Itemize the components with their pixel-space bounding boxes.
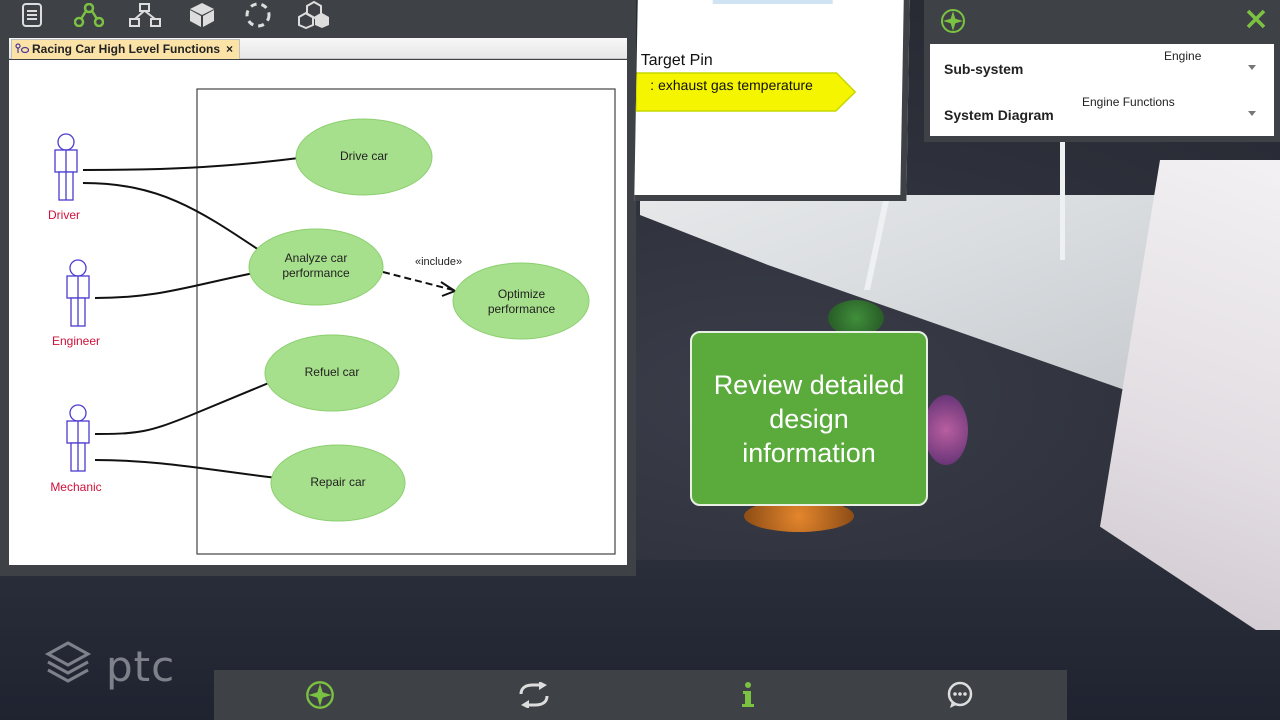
properties-panel: Sub-system Engine System Diagram Engine …: [924, 0, 1280, 142]
review-callout[interactable]: Review detailed design information: [690, 331, 928, 506]
close-icon[interactable]: [1242, 5, 1270, 33]
subsystem-select[interactable]: Sub-system Engine: [930, 44, 1274, 88]
actor-label-driver: Driver: [48, 208, 80, 222]
assoc-mechanic-refuel: [94, 381, 272, 435]
tab-racing-car[interactable]: Racing Car High Level Functions ×: [11, 39, 241, 59]
refresh-icon[interactable]: [516, 677, 552, 713]
properties-list: Sub-system Engine System Diagram Engine …: [930, 44, 1274, 136]
system-diagram-value: Engine Functions: [1082, 95, 1175, 109]
top-toolbar: [0, 0, 636, 40]
assoc-driver-drive: [82, 157, 300, 171]
pin-title: Target Pin: [640, 52, 713, 69]
assoc-engineer-analyze: [94, 272, 255, 299]
use-case-diagram-icon: [15, 43, 29, 54]
chat-icon[interactable]: [942, 677, 978, 713]
ptc-brand-text: ptc: [106, 642, 176, 691]
actor-engineer[interactable]: [66, 259, 90, 327]
include-dependency: [382, 271, 454, 291]
system-diagram-label: System Diagram: [944, 107, 1054, 123]
actor-label-engineer: Engineer: [51, 334, 101, 348]
tab-close-icon[interactable]: ×: [226, 42, 233, 56]
hexagon-cluster-icon[interactable]: [296, 0, 332, 30]
target-pin-panel: Target Pin : exhaust gas temperature: [634, 0, 910, 201]
ptc-logo: ptc: [44, 640, 184, 692]
use-case-label: Refuel car: [304, 365, 360, 379]
target-logo-icon: [941, 9, 965, 33]
use-case-label: Optimize performance: [487, 287, 556, 316]
actor-driver[interactable]: [54, 133, 78, 201]
tab-title: Racing Car High Level Functions: [32, 42, 221, 56]
document-icon[interactable]: [14, 0, 50, 30]
diagram-window: Racing Car High Level Functions × Driver…: [0, 36, 636, 576]
selection-circle-icon[interactable]: [240, 0, 276, 30]
use-case-label: Repair car: [310, 475, 366, 489]
bottom-toolbar: [214, 670, 1067, 720]
use-case-label: Analyze car performance: [282, 251, 350, 280]
ptc-logo-icon: [44, 641, 92, 683]
diagram-nodes-icon[interactable]: [71, 0, 107, 30]
hierarchy-icon[interactable]: [127, 0, 163, 30]
subsystem-value: Engine: [1164, 49, 1202, 63]
tab-bar: Racing Car High Level Functions ×: [9, 38, 627, 59]
cube-icon[interactable]: [184, 0, 220, 30]
actor-mechanic[interactable]: [66, 404, 90, 472]
assoc-mechanic-repair: [94, 459, 278, 479]
system-diagram-select[interactable]: System Diagram Engine Functions: [930, 90, 1274, 134]
pin-tag-label: : exhaust gas temperature: [650, 77, 814, 93]
chevron-down-icon: [1248, 111, 1256, 116]
use-case-label: Drive car: [339, 149, 388, 163]
chevron-down-icon: [1248, 65, 1256, 70]
subsystem-label: Sub-system: [944, 61, 1024, 77]
target-logo-icon[interactable]: [302, 677, 338, 713]
actor-label-mechanic: Mechanic: [50, 480, 102, 494]
info-icon[interactable]: [730, 677, 766, 713]
include-stereotype: «include»: [415, 256, 463, 268]
use-case-diagram-canvas: Driver Engineer Mechanic Drive car Analy…: [9, 60, 627, 565]
